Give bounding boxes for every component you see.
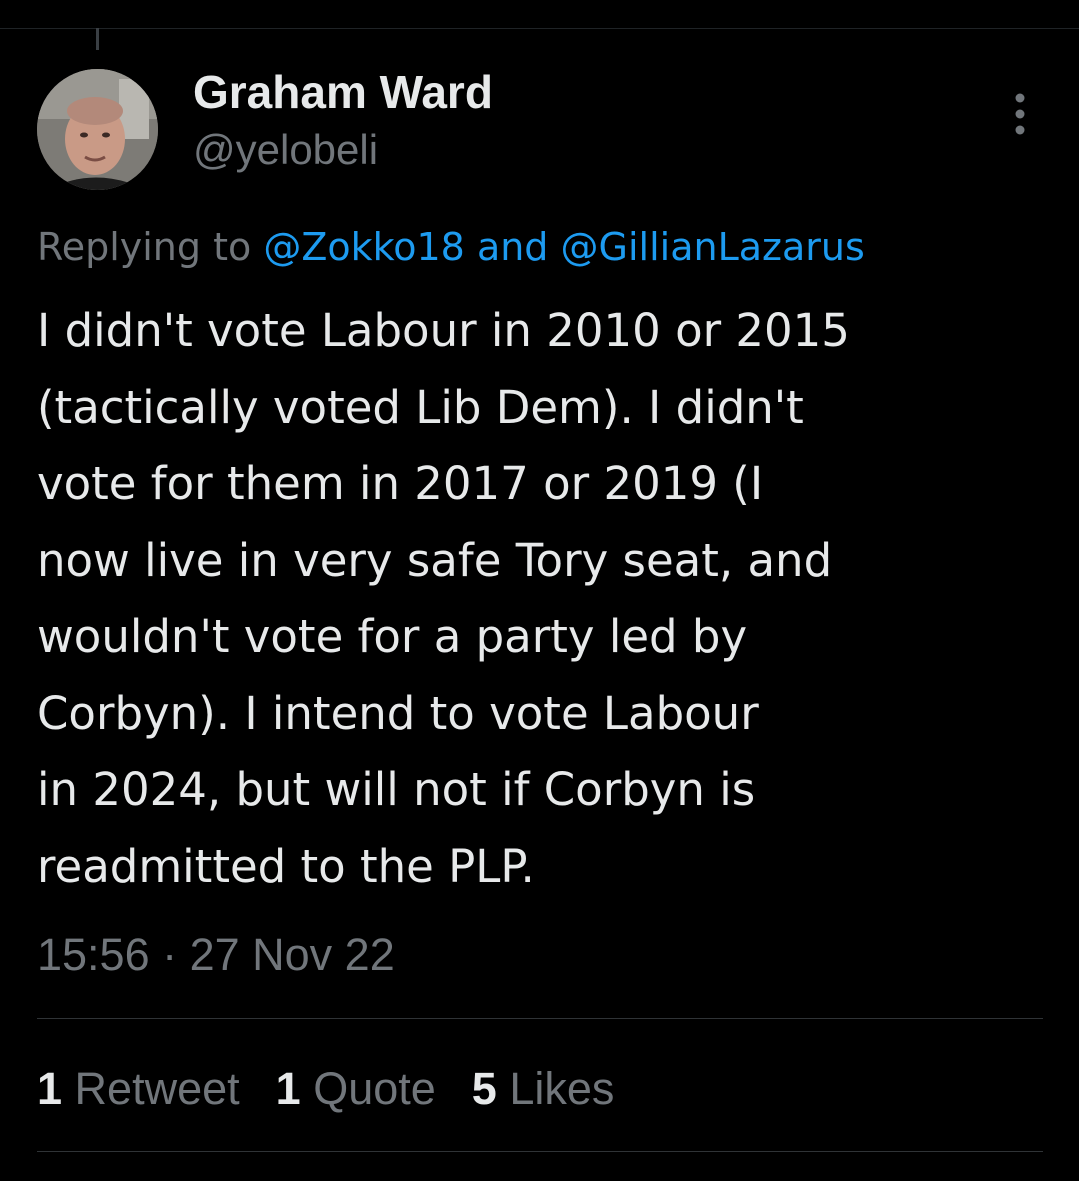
- mention-link-zokko18[interactable]: @Zokko18: [263, 225, 465, 269]
- more-options-icon: [1015, 93, 1025, 135]
- likes-count: 5: [471, 1063, 497, 1114]
- engagement-stats: 1 Retweet 1 Quote 5 Likes: [37, 1060, 650, 1118]
- more-options-button[interactable]: [1000, 90, 1040, 138]
- reply-context-joiner[interactable]: and: [465, 225, 561, 269]
- top-divider: [0, 28, 1079, 29]
- quotes-stat[interactable]: 1 Quote: [276, 1060, 436, 1118]
- author-display-name[interactable]: Graham Ward: [193, 62, 493, 122]
- author-handle[interactable]: @yelobeli: [193, 122, 493, 178]
- quotes-count: 1: [275, 1063, 301, 1114]
- tweet-text: I didn't vote Labour in 2010 or 2015 (ta…: [37, 304, 850, 893]
- likes-stat[interactable]: 5 Likes: [472, 1060, 615, 1118]
- reply-context: Replying to @Zokko18 and @GillianLazarus: [37, 219, 865, 275]
- mention-link-gillianlazarus[interactable]: @GillianLazarus: [561, 225, 865, 269]
- likes-label: Likes: [509, 1063, 615, 1114]
- divider: [37, 1151, 1043, 1152]
- retweets-stat[interactable]: 1 Retweet: [37, 1060, 240, 1118]
- author-block: Graham Ward @yelobeli: [193, 62, 493, 178]
- reply-context-prefix: Replying to: [37, 225, 264, 269]
- tweet-timestamp[interactable]: 15:56 · 27 Nov 22: [37, 926, 395, 984]
- avatar[interactable]: [37, 69, 158, 190]
- thread-connector-line: [96, 28, 99, 50]
- profile-photo-icon: [37, 69, 158, 190]
- retweets-count: 1: [37, 1063, 63, 1114]
- divider: [37, 1018, 1043, 1019]
- retweets-label: Retweet: [74, 1063, 240, 1114]
- quotes-label: Quote: [313, 1063, 436, 1114]
